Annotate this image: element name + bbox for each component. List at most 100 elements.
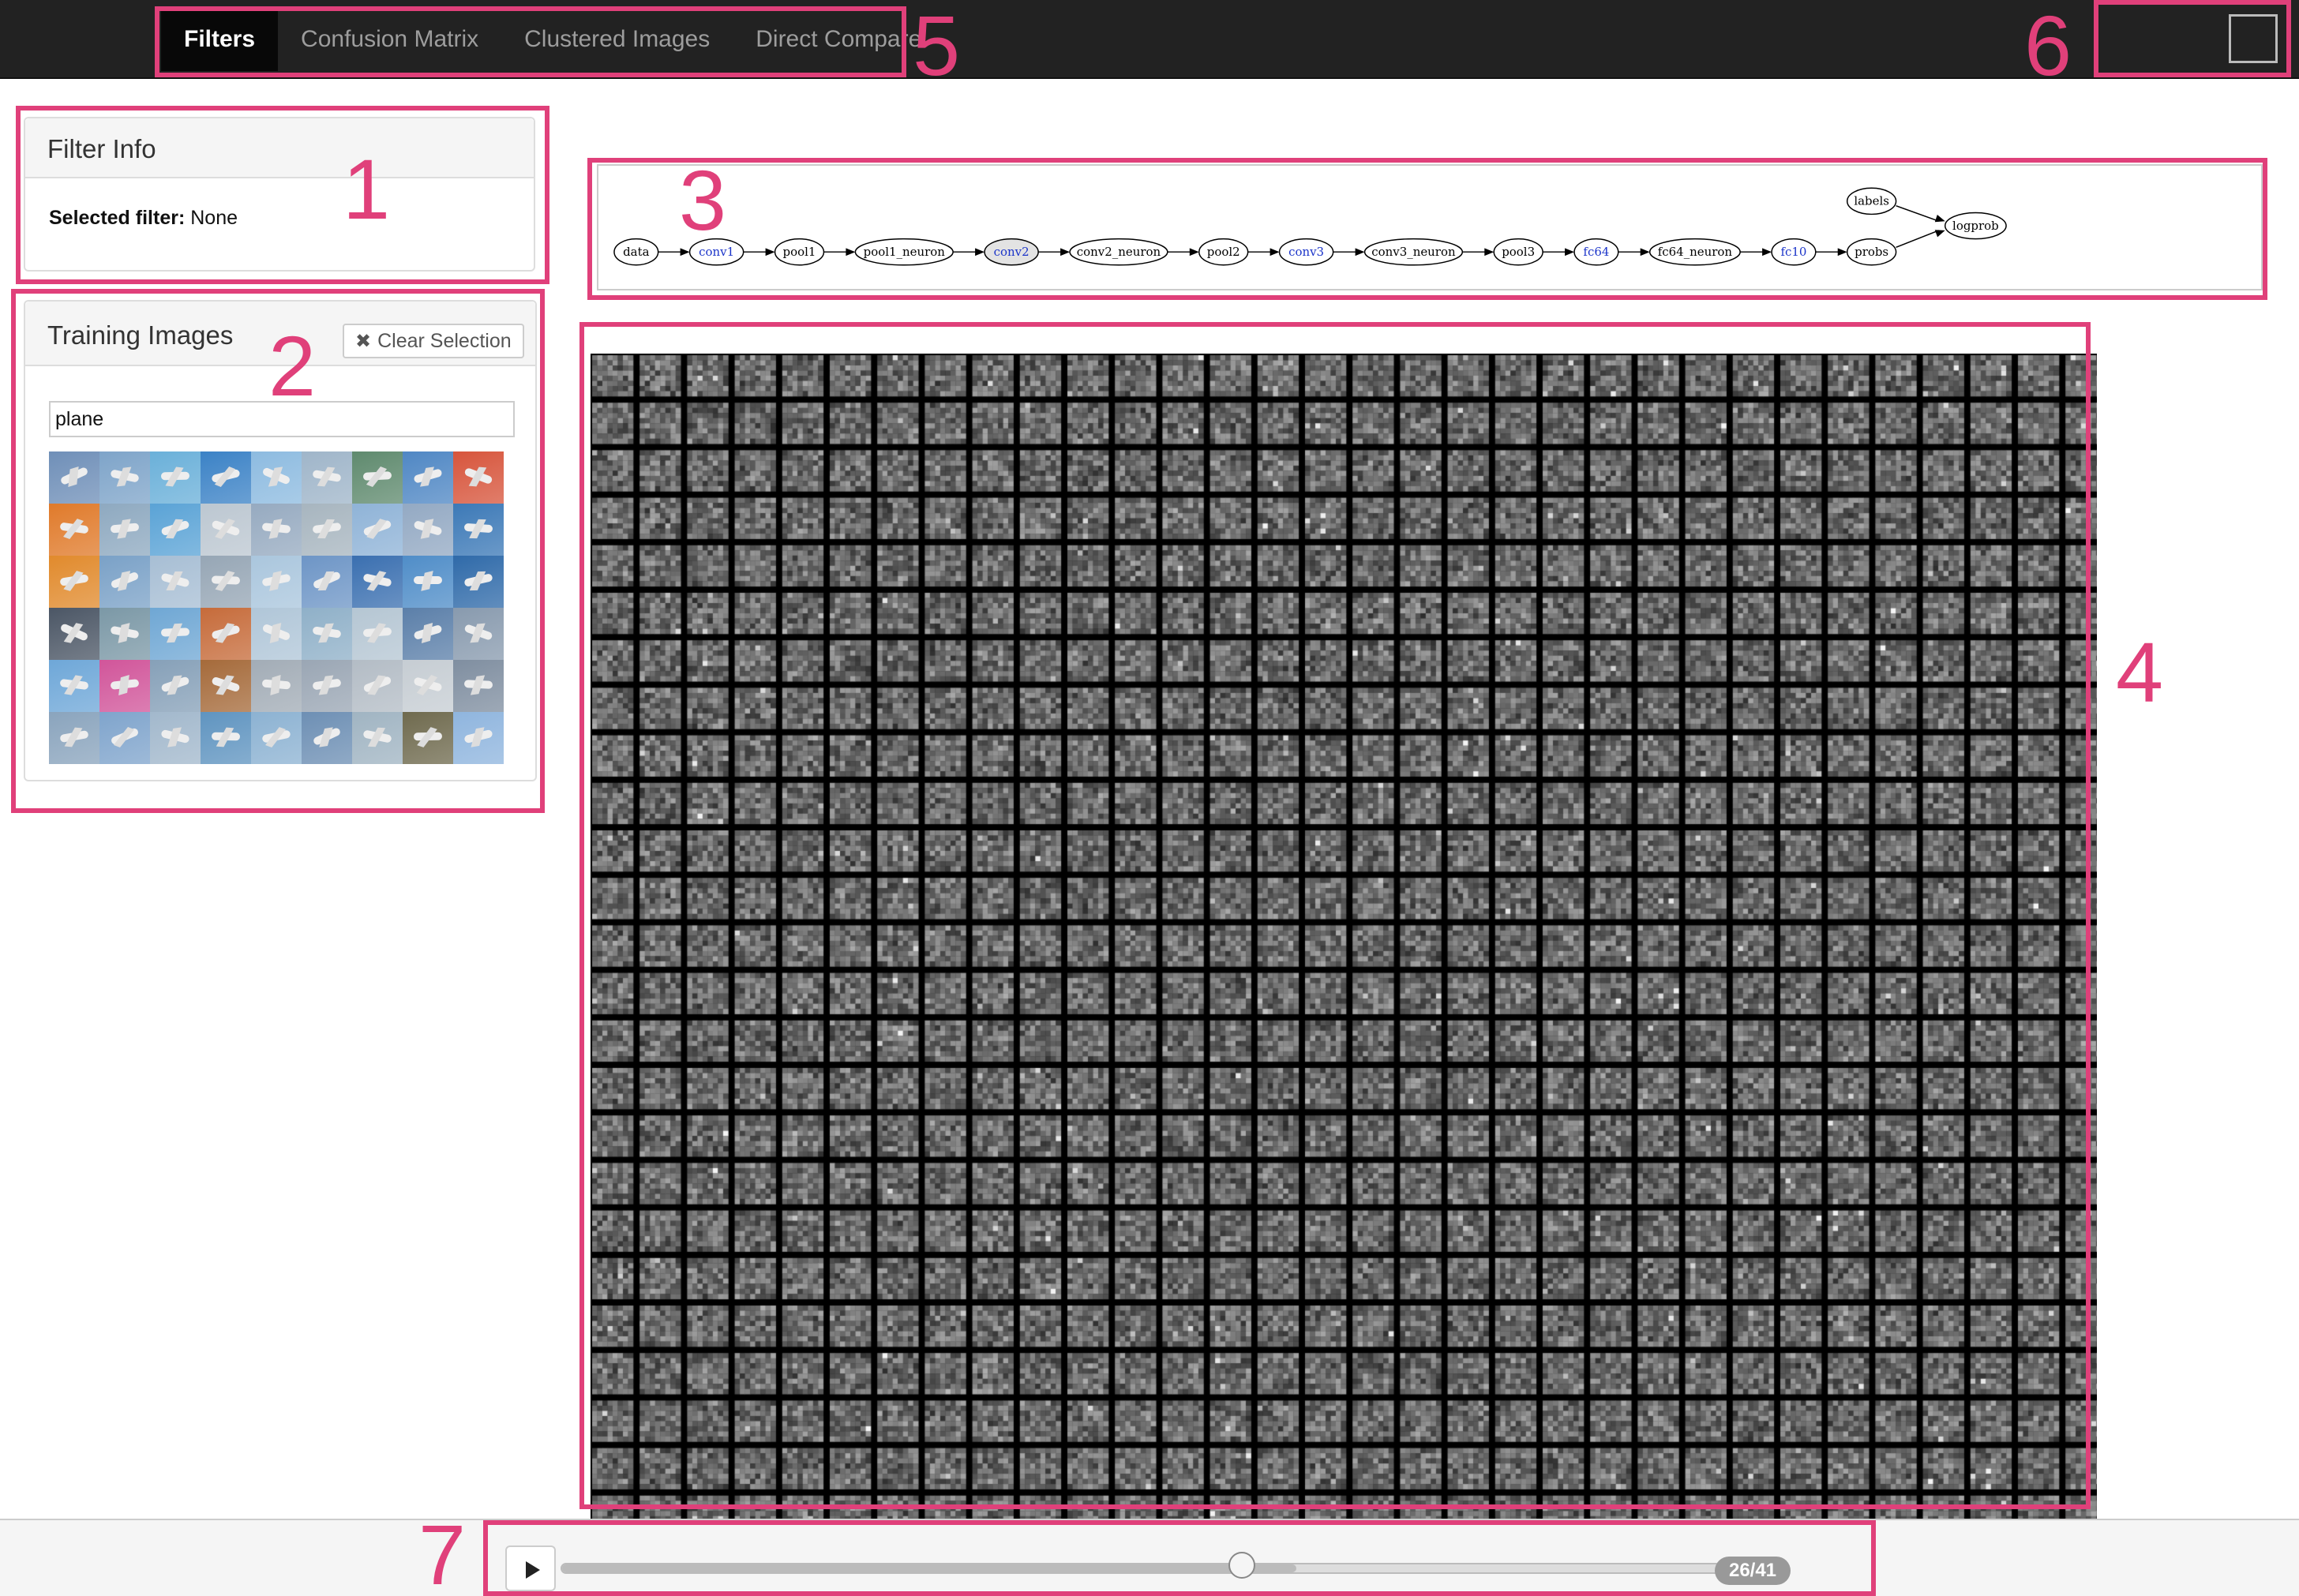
training-image-thumb[interactable] — [352, 660, 403, 712]
training-image-thumb[interactable] — [251, 608, 302, 660]
layer-node-labels[interactable]: labels — [1846, 187, 1897, 215]
epoch-slider-track[interactable] — [561, 1563, 1721, 1574]
training-image-thumb[interactable] — [201, 451, 251, 504]
training-image-thumb[interactable] — [49, 451, 99, 504]
training-image-thumb[interactable] — [201, 660, 251, 712]
layer-node-conv3[interactable]: conv3 — [1278, 238, 1334, 266]
training-image-thumb[interactable] — [302, 712, 352, 764]
layer-node-pool3[interactable]: pool3 — [1493, 238, 1543, 266]
layer-node-logprob[interactable]: logprob — [1944, 212, 2007, 240]
training-image-thumb[interactable] — [403, 608, 453, 660]
training-image-thumb[interactable] — [403, 451, 453, 504]
training-image-thumb[interactable] — [453, 608, 504, 660]
epoch-slider-handle[interactable] — [1228, 1552, 1256, 1579]
training-image-thumb[interactable] — [150, 556, 201, 608]
layer-node-fc64[interactable]: fc64 — [1573, 238, 1619, 266]
training-image-thumb[interactable] — [49, 712, 99, 764]
training-image-thumb[interactable] — [150, 504, 201, 556]
layer-node-label: probs — [1855, 245, 1888, 259]
training-image-thumb[interactable] — [99, 608, 150, 660]
training-image-thumb[interactable] — [49, 556, 99, 608]
layer-node-label: conv2 — [994, 245, 1029, 259]
selected-filter-label: Selected filter: — [49, 207, 186, 229]
layer-node-pool1[interactable]: pool1 — [774, 238, 825, 266]
selected-filter-text: Selected filter: None — [49, 207, 238, 230]
training-image-thumb[interactable] — [251, 712, 302, 764]
training-image-thumb[interactable] — [201, 608, 251, 660]
layer-node-pool2[interactable]: pool2 — [1198, 238, 1249, 266]
training-image-thumb[interactable] — [352, 608, 403, 660]
training-image-thumb[interactable] — [453, 712, 504, 764]
training-image-thumb[interactable] — [99, 556, 150, 608]
layer-node-label: conv2_neuron — [1077, 245, 1161, 259]
training-image-thumb[interactable] — [251, 660, 302, 712]
tab-confusion-matrix[interactable]: Confusion Matrix — [278, 8, 501, 71]
training-image-thumb[interactable] — [352, 712, 403, 764]
training-image-thumb[interactable] — [403, 660, 453, 712]
training-image-thumb[interactable] — [453, 451, 504, 504]
layer-node-conv1[interactable]: conv1 — [688, 238, 744, 266]
training-image-thumb[interactable] — [99, 451, 150, 504]
training-image-thumb[interactable] — [302, 504, 352, 556]
training-image-thumb[interactable] — [251, 556, 302, 608]
training-image-thumb[interactable] — [49, 608, 99, 660]
layer-node-probs[interactable]: probs — [1846, 238, 1897, 266]
layer-node-conv2-neuron[interactable]: conv2_neuron — [1069, 238, 1168, 266]
fullscreen-toggle-button[interactable] — [2229, 14, 2278, 63]
graph-edge-arrow — [1355, 248, 1365, 257]
training-image-thumb[interactable] — [453, 660, 504, 712]
layer-node-fc10[interactable]: fc10 — [1771, 238, 1817, 266]
layer-node-conv2[interactable]: conv2 — [984, 238, 1039, 266]
training-image-thumb[interactable] — [150, 712, 201, 764]
graph-edge-arrow — [1837, 248, 1847, 257]
training-image-thumb[interactable] — [403, 556, 453, 608]
layer-node-label: pool1 — [783, 245, 816, 259]
training-image-thumb[interactable] — [302, 608, 352, 660]
training-image-thumb[interactable] — [49, 660, 99, 712]
training-image-thumb[interactable] — [99, 712, 150, 764]
filter-canvas[interactable] — [591, 354, 2097, 1522]
training-image-thumb[interactable] — [352, 504, 403, 556]
training-image-thumb[interactable] — [150, 660, 201, 712]
training-image-thumb[interactable] — [352, 451, 403, 504]
layer-node-fc64-neuron[interactable]: fc64_neuron — [1648, 238, 1741, 266]
layer-node-data[interactable]: data — [613, 238, 659, 266]
play-button[interactable] — [505, 1545, 556, 1591]
layer-node-pool1-neuron[interactable]: pool1_neuron — [854, 238, 954, 266]
training-image-thumb[interactable] — [302, 451, 352, 504]
layer-node-label: logprob — [1952, 219, 1999, 233]
layer-node-label: data — [623, 245, 650, 259]
training-image-thumb[interactable] — [453, 504, 504, 556]
tab-filters[interactable]: Filters — [161, 8, 279, 71]
annotation-number-4: 4 — [2116, 624, 2164, 720]
training-image-thumb[interactable] — [352, 556, 403, 608]
training-image-thumb[interactable] — [99, 504, 150, 556]
training-image-thumb[interactable] — [150, 451, 201, 504]
training-image-thumb[interactable] — [201, 556, 251, 608]
layer-node-label: pool2 — [1207, 245, 1240, 259]
graph-edge-arrow — [1060, 248, 1071, 257]
graph-edge — [1896, 205, 1939, 222]
training-image-thumb[interactable] — [302, 556, 352, 608]
layer-node-label: conv3_neuron — [1371, 245, 1456, 259]
training-image-thumb[interactable] — [453, 556, 504, 608]
filter-visualization-grid[interactable] — [591, 354, 2097, 1522]
training-image-thumb[interactable] — [403, 712, 453, 764]
search-input[interactable] — [49, 401, 515, 437]
training-image-thumb[interactable] — [302, 660, 352, 712]
training-image-thumb[interactable] — [150, 608, 201, 660]
layer-node-label: labels — [1854, 195, 1889, 208]
tab-direct-compare[interactable]: Direct Compare — [733, 8, 944, 71]
training-image-thumb[interactable] — [403, 504, 453, 556]
layer-node-label: pool3 — [1502, 245, 1535, 259]
graph-edge-arrow — [1934, 230, 1945, 238]
training-image-thumb[interactable] — [99, 660, 150, 712]
training-image-thumb[interactable] — [251, 504, 302, 556]
layer-node-conv3-neuron[interactable]: conv3_neuron — [1363, 238, 1464, 266]
training-image-thumb[interactable] — [251, 451, 302, 504]
training-image-thumb[interactable] — [201, 504, 251, 556]
clear-selection-button[interactable]: ✖ Clear Selection — [343, 324, 524, 358]
training-image-thumb[interactable] — [201, 712, 251, 764]
tab-clustered-images[interactable]: Clustered Images — [501, 8, 733, 71]
training-image-thumb[interactable] — [49, 504, 99, 556]
